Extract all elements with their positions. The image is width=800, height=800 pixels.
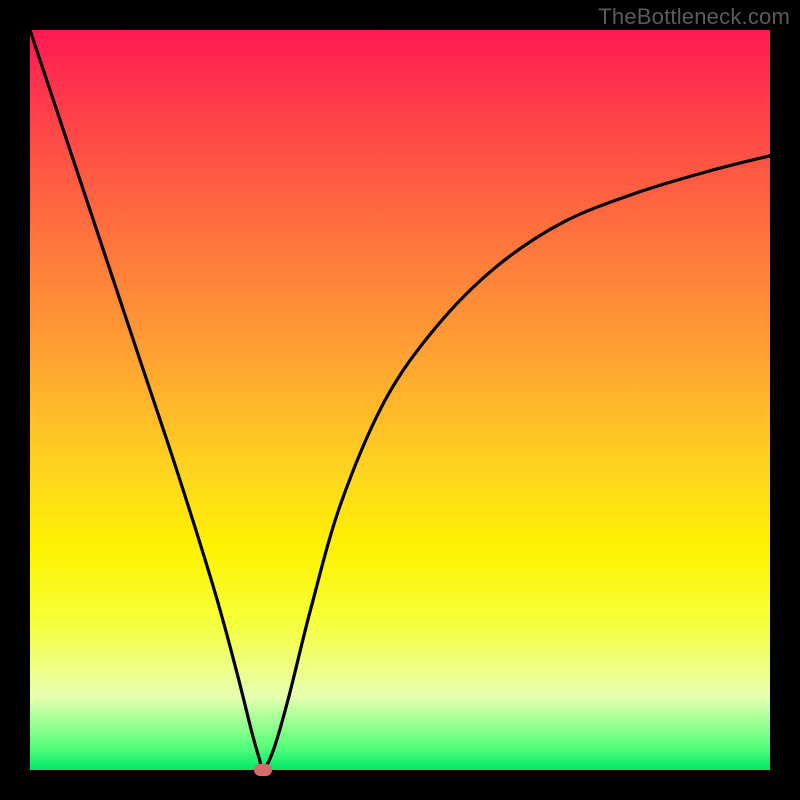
optimum-marker	[254, 764, 272, 776]
chart-frame: TheBottleneck.com	[0, 0, 800, 800]
plot-area	[30, 30, 770, 770]
bottleneck-curve	[30, 30, 770, 770]
curve-layer	[30, 30, 770, 770]
watermark-text: TheBottleneck.com	[598, 4, 790, 30]
